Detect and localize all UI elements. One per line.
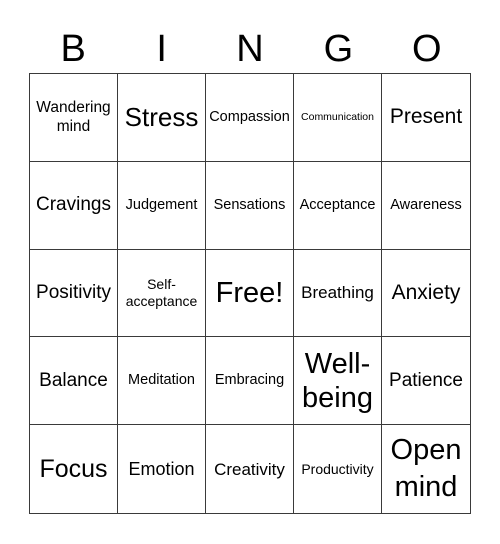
bingo-cell[interactable]: Wandering mind — [30, 74, 118, 162]
bingo-cell[interactable]: Communication — [294, 74, 382, 162]
cell-label: Well-being — [302, 347, 373, 414]
header-letter-g: G — [323, 28, 354, 70]
cell-label: Acceptance — [299, 196, 376, 213]
bingo-card-grid: Wandering mind Stress Compassion Communi… — [29, 73, 471, 514]
bingo-cell[interactable]: Cravings — [30, 161, 118, 250]
bingo-cell[interactable]: Productivity — [294, 425, 382, 513]
cell-label: Sensations — [213, 196, 286, 213]
cell-label: Self-acceptance — [125, 275, 198, 309]
cell-label: Focus — [39, 455, 108, 484]
cell-label: Wandering mind — [36, 99, 111, 136]
bingo-cell[interactable]: Well-being — [294, 337, 382, 426]
cell-label: Open mind — [390, 434, 462, 504]
cell-label: Compassion — [209, 108, 290, 125]
bingo-cell[interactable]: Focus — [30, 425, 118, 513]
cell-label: Embracing — [214, 372, 285, 389]
bingo-cell[interactable]: Compassion — [206, 74, 294, 162]
cell-label: Awareness — [390, 196, 462, 213]
bingo-cell[interactable]: Breathing — [294, 249, 382, 338]
cell-label: Positivity — [36, 281, 111, 303]
cell-label: Breathing — [301, 283, 374, 303]
cell-label: Present — [389, 105, 463, 129]
cell-label: Balance — [39, 369, 108, 391]
bingo-cell[interactable]: Open mind — [382, 425, 470, 513]
cell-label: Emotion — [128, 459, 195, 480]
bingo-cell[interactable]: Meditation — [118, 337, 206, 426]
cell-label: Cravings — [36, 194, 111, 216]
bingo-cell[interactable]: Positivity — [30, 249, 118, 338]
cell-label: Patience — [389, 369, 463, 391]
bingo-cell[interactable]: Balance — [30, 337, 118, 426]
bingo-cell[interactable]: Judgement — [118, 161, 206, 250]
bingo-header: B I N G O — [29, 25, 471, 73]
bingo-cell[interactable]: Patience — [382, 337, 470, 426]
bingo-cell[interactable]: Embracing — [206, 337, 294, 426]
header-letter-b: B — [60, 28, 86, 70]
cell-label: Judgement — [125, 196, 198, 213]
bingo-cell[interactable]: Creativity — [206, 425, 294, 513]
cell-label: Creativity — [214, 459, 285, 479]
bingo-cell[interactable]: Anxiety — [382, 250, 470, 338]
free-space-label: Free! — [215, 276, 284, 309]
bingo-cell[interactable]: Present — [382, 74, 470, 162]
bingo-cell[interactable]: Emotion — [118, 425, 206, 513]
bingo-cell[interactable]: Sensations — [206, 161, 294, 250]
header-letter-i: I — [156, 28, 167, 70]
bingo-cell[interactable]: Acceptance — [294, 161, 382, 250]
bingo-cell[interactable]: Awareness — [382, 162, 470, 250]
cell-label: Productivity — [301, 460, 374, 477]
header-letter-n: N — [236, 28, 264, 70]
cell-label: Stress — [124, 102, 199, 133]
cell-label: Communication — [301, 110, 374, 123]
cell-label: Anxiety — [391, 280, 461, 304]
free-space-cell[interactable]: Free! — [206, 249, 294, 338]
header-letter-o: O — [412, 28, 442, 70]
bingo-cell[interactable]: Self-acceptance — [118, 249, 206, 338]
bingo-cell[interactable]: Stress — [118, 74, 206, 162]
cell-label: Meditation — [128, 372, 195, 389]
